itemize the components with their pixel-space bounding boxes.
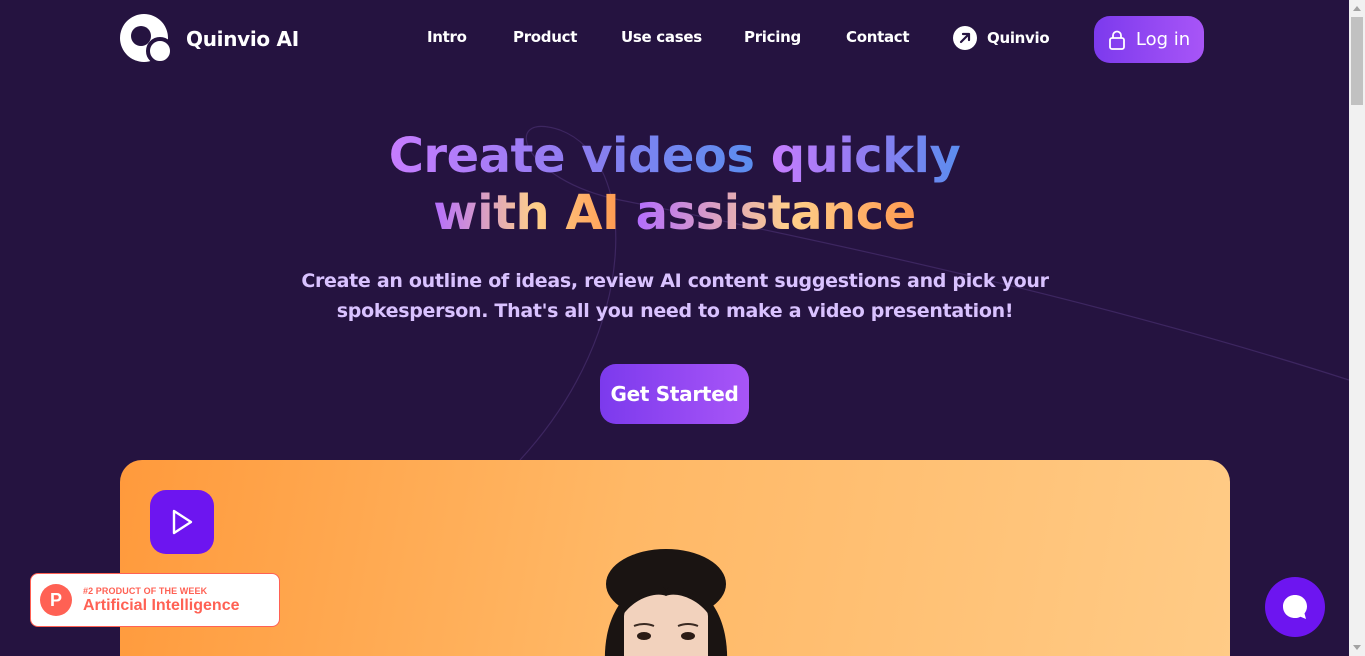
arrow-up-right-icon [953, 26, 977, 50]
nav-pricing[interactable]: Pricing [744, 28, 801, 46]
scrollbar-thumb[interactable] [1351, 17, 1363, 105]
hero-title-line2-a: with AI [433, 185, 620, 241]
nav-quinvio-label: Quinvio [987, 29, 1050, 47]
page-scrollbar[interactable] [1349, 0, 1365, 656]
badge-rank: #2 PRODUCT OF THE WEEK [83, 585, 208, 596]
login-button[interactable]: Log in [1094, 16, 1204, 63]
login-label: Log in [1135, 29, 1191, 50]
spokesperson-image [604, 549, 728, 656]
hero-title-line2-b: assistance [635, 185, 917, 241]
badge-category: Artificial Intelligence [83, 596, 240, 614]
nav-intro[interactable]: Intro [427, 28, 467, 46]
hero-title: Create videos quickly with AI assistance [0, 128, 1349, 242]
scroll-up-arrow-icon[interactable] [1349, 0, 1365, 17]
product-hunt-badge[interactable]: P #2 PRODUCT OF THE WEEK Artificial Inte… [30, 573, 280, 627]
chat-launcher-button[interactable] [1265, 577, 1325, 637]
get-started-button[interactable]: Get Started [600, 364, 749, 424]
nav-contact[interactable]: Contact [846, 28, 910, 46]
product-hunt-logo-icon: P [40, 584, 72, 616]
lock-icon [1108, 30, 1125, 50]
nav-quinvio-external[interactable]: Quinvio [953, 26, 1050, 50]
hero-title-line1-b: quickly [770, 128, 961, 184]
nav-product[interactable]: Product [513, 28, 577, 46]
play-button[interactable] [150, 490, 214, 554]
play-icon [172, 509, 193, 535]
nav-use-cases[interactable]: Use cases [621, 28, 702, 46]
scroll-down-arrow-icon[interactable] [1349, 639, 1365, 656]
video-preview-card[interactable] [120, 460, 1230, 656]
hero-subtitle: Create an outline of ideas, review AI co… [301, 270, 1049, 322]
site-header: Quinvio AI Intro Product Use cases Prici… [0, 0, 1349, 80]
chat-icon [1283, 595, 1307, 619]
badge-text: #2 PRODUCT OF THE WEEK Artificial Intell… [83, 586, 239, 615]
hero-title-line1-a: Create videos [388, 128, 755, 184]
